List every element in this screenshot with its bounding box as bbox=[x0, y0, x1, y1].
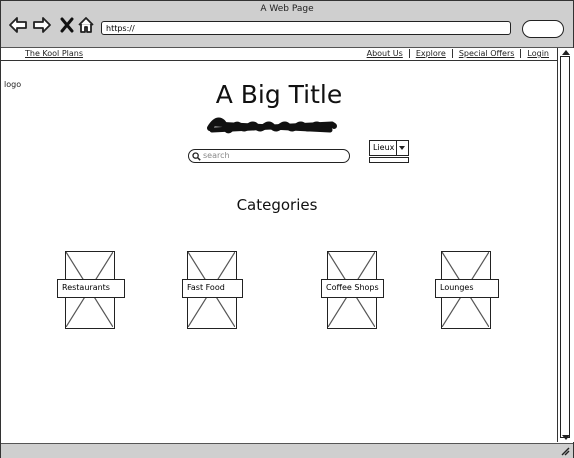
category-label[interactable]: Lounges bbox=[435, 279, 499, 298]
nav-link-login[interactable]: Login bbox=[520, 49, 555, 58]
scrollbar-thumb[interactable] bbox=[560, 56, 570, 438]
back-arrow-icon[interactable] bbox=[8, 15, 28, 35]
search-icon bbox=[192, 152, 201, 161]
browser-window: A Web Page https:// The Kool Plans About… bbox=[0, 0, 574, 458]
status-bar bbox=[1, 443, 573, 458]
chevron-down-icon[interactable] bbox=[396, 141, 408, 155]
subtitle-scribble bbox=[207, 117, 337, 134]
category-label[interactable]: Restaurants bbox=[57, 279, 125, 298]
vertical-scrollbar[interactable] bbox=[557, 48, 574, 442]
window-title: A Web Page bbox=[260, 4, 314, 14]
url-input[interactable]: https:// bbox=[101, 21, 511, 35]
category-label[interactable]: Fast Food bbox=[182, 279, 243, 298]
browser-search-field[interactable] bbox=[522, 20, 564, 38]
nav-link-explore[interactable]: Explore bbox=[408, 49, 452, 58]
home-icon[interactable] bbox=[76, 15, 96, 35]
category-card-coffee-shops[interactable]: Coffee Shops bbox=[321, 251, 384, 329]
nav-link-about-us[interactable]: About Us bbox=[361, 49, 409, 58]
browser-titlebar: A Web Page https:// bbox=[1, 1, 573, 48]
dropdown-selected-value: Lieux bbox=[373, 143, 395, 152]
nav-menu: About Us Explore Special Offers Login bbox=[361, 49, 555, 58]
scroll-up-icon[interactable] bbox=[562, 50, 570, 55]
top-navigation: The Kool Plans About Us Explore Special … bbox=[1, 48, 557, 61]
scroll-down-icon[interactable] bbox=[562, 435, 570, 440]
resize-grip-icon[interactable] bbox=[560, 446, 570, 456]
search-placeholder: search bbox=[203, 151, 230, 160]
web-page: The Kool Plans About Us Explore Special … bbox=[1, 48, 557, 443]
dropdown-button[interactable] bbox=[369, 157, 409, 163]
page-title: A Big Title bbox=[215, 80, 343, 109]
category-card-fast-food[interactable]: Fast Food bbox=[182, 251, 243, 329]
brand-link[interactable]: The Kool Plans bbox=[25, 49, 83, 58]
category-card-lounges[interactable]: Lounges bbox=[435, 251, 499, 329]
categories-heading: Categories bbox=[236, 196, 318, 214]
close-x-icon[interactable] bbox=[57, 15, 77, 35]
forward-arrow-icon[interactable] bbox=[32, 15, 52, 35]
category-label[interactable]: Coffee Shops bbox=[321, 279, 384, 298]
nav-link-special-offers[interactable]: Special Offers bbox=[451, 49, 521, 58]
location-dropdown[interactable]: Lieux bbox=[369, 140, 409, 156]
search-input[interactable]: search bbox=[188, 149, 350, 163]
category-card-restaurants[interactable]: Restaurants bbox=[57, 251, 125, 329]
